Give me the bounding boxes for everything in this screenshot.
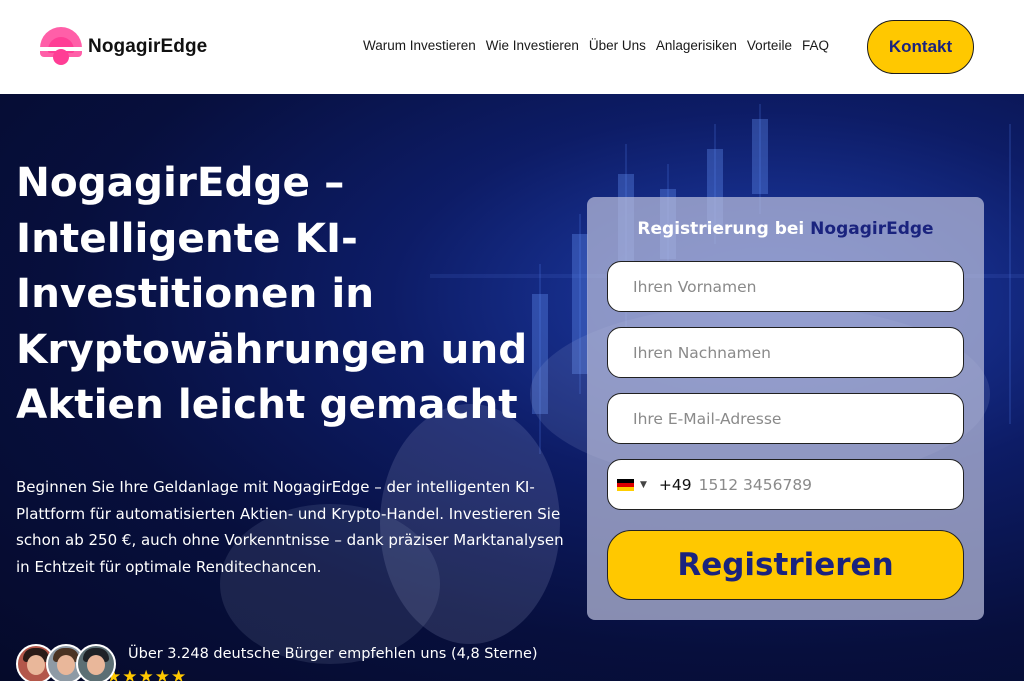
main-nav: Warum Investieren Wie Investieren Über U… <box>363 38 829 53</box>
form-title: Registrierung bei NogagirEdge <box>587 219 984 239</box>
phone-placeholder: 1512 3456789 <box>698 475 813 494</box>
avatar <box>76 644 116 681</box>
contact-button[interactable]: Kontakt <box>867 20 974 74</box>
rating-stars-icon: ★★★★★ <box>106 667 188 681</box>
logo-icon <box>40 27 82 67</box>
nav-link-faq[interactable]: FAQ <box>802 38 829 53</box>
chevron-down-icon[interactable]: ▼ <box>640 480 647 490</box>
hero-subtext: Beginnen Sie Ihre Geldanlage mit Nogagir… <box>16 478 564 576</box>
germany-flag-icon[interactable] <box>617 478 634 491</box>
site-header: NogagirEdge Warum Investieren Wie Invest… <box>0 0 1024 94</box>
first-name-placeholder: Ihren Vornamen <box>633 277 757 296</box>
nav-link-ueber-uns[interactable]: Über Uns <box>589 38 646 53</box>
nav-link-wie-investieren[interactable]: Wie Investieren <box>486 38 579 53</box>
registration-form: Registrierung bei NogagirEdge Ihren Vorn… <box>587 197 984 620</box>
register-button[interactable]: Registrieren <box>607 530 964 600</box>
social-proof: Über 3.248 deutsche Bürger empfehlen uns… <box>16 644 538 681</box>
brand-logo[interactable]: NogagirEdge <box>40 27 207 67</box>
last-name-placeholder: Ihren Nachnamen <box>633 343 771 362</box>
nav-link-warum-investieren[interactable]: Warum Investieren <box>363 38 476 53</box>
phone-field[interactable]: ▼ +49 1512 3456789 <box>607 459 964 510</box>
hero-headline: NogagirEdge – Intelligente KI-Investitio… <box>16 158 528 428</box>
social-proof-text: Über 3.248 deutsche Bürger empfehlen uns… <box>128 646 538 662</box>
nav-link-vorteile[interactable]: Vorteile <box>747 38 792 53</box>
nav-link-anlagerisiken[interactable]: Anlagerisiken <box>656 38 737 53</box>
first-name-field[interactable]: Ihren Vornamen <box>607 261 964 312</box>
email-field[interactable]: Ihre E-Mail-Adresse <box>607 393 964 444</box>
email-placeholder: Ihre E-Mail-Adresse <box>633 409 782 428</box>
brand-name: NogagirEdge <box>88 36 208 57</box>
avatar-group <box>16 644 116 681</box>
dial-code: +49 <box>658 475 692 494</box>
form-title-brand: NogagirEdge <box>810 219 934 239</box>
form-title-prefix: Registrierung bei <box>637 219 805 239</box>
hero-section: NogagirEdge – Intelligente KI-Investitio… <box>0 94 1024 681</box>
last-name-field[interactable]: Ihren Nachnamen <box>607 327 964 378</box>
